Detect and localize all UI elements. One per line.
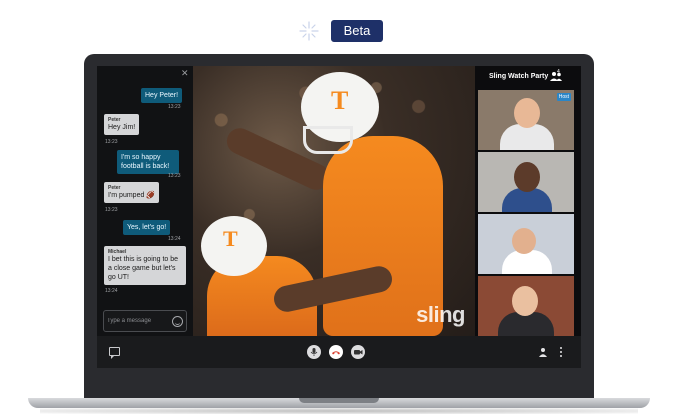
message-text: I bet this is going to be a close game b… — [108, 256, 179, 281]
add-person-icon[interactable] — [538, 347, 548, 357]
message-time: 13:24 — [105, 288, 118, 294]
sparkle-icon — [299, 21, 319, 41]
chat-message: I'm so happy football is back! — [117, 150, 179, 174]
player-helmet: T — [201, 216, 267, 276]
chat-panel: ✕ Hey Peter! 13:23 Peter Hey Jim! 13:23 … — [97, 66, 193, 336]
message-time: 13:23 — [168, 104, 181, 110]
message-text: Hey Peter! — [145, 92, 179, 99]
participant-tile[interactable] — [478, 214, 574, 274]
hang-up-button[interactable] — [329, 345, 343, 359]
message-sender: Peter — [108, 117, 121, 123]
laptop-shadow — [40, 408, 638, 414]
call-control-bar — [97, 336, 581, 368]
smiley-icon[interactable] — [172, 316, 183, 327]
participant-tile[interactable] — [478, 276, 574, 336]
watch-party-title: Sling Watch Party — [489, 73, 549, 80]
video-camera-icon — [354, 350, 363, 355]
chat-message: Michael I bet this is going to be a clos… — [104, 246, 186, 285]
message-input[interactable] — [107, 315, 169, 327]
host-badge: Host — [556, 93, 571, 101]
message-text: Yes, let's go! — [127, 224, 167, 231]
beta-badge: Beta — [331, 20, 383, 42]
marketing-stage: Beta ✕ Hey Peter! 13:23 Peter Hey Jim! 1… — [0, 0, 678, 420]
main-video[interactable]: T T sling — [193, 66, 475, 336]
chat-bubble-icon[interactable] — [109, 347, 120, 359]
hang-up-icon — [332, 351, 340, 355]
microphone-button[interactable] — [307, 345, 321, 359]
message-sender: Peter — [108, 185, 121, 191]
chat-message: Peter I'm pumped 🏈 — [104, 182, 160, 203]
laptop-notch — [299, 398, 379, 403]
message-text: I'm so happy football is back! — [121, 154, 170, 170]
message-text: Hey Jim! — [108, 124, 136, 131]
message-time: 13:23 — [105, 139, 118, 145]
app-screen: ✕ Hey Peter! 13:23 Peter Hey Jim! 13:23 … — [97, 66, 581, 368]
sling-watermark: sling — [416, 302, 465, 327]
camera-button[interactable] — [351, 345, 365, 359]
message-sender: Michael — [108, 249, 127, 255]
close-icon[interactable]: ✕ — [181, 69, 189, 78]
microphone-icon — [310, 348, 318, 356]
chat-message: Yes, let's go! — [123, 220, 171, 235]
participant-tile[interactable] — [478, 152, 574, 212]
laptop-bezel — [84, 368, 594, 400]
face-mask — [303, 126, 353, 154]
chat-message: Peter Hey Jim! — [104, 114, 140, 135]
chat-message: Hey Peter! — [141, 88, 183, 103]
message-input-box — [103, 310, 187, 332]
message-text: I'm pumped 🏈 — [108, 192, 156, 199]
participant-count: 4 — [557, 69, 560, 75]
participant-tile[interactable]: Host — [478, 90, 574, 150]
more-vertical-icon[interactable] — [559, 345, 563, 359]
message-time: 13:23 — [105, 207, 118, 213]
message-time: 13:24 — [168, 236, 181, 242]
message-time: 13:23 — [168, 173, 181, 179]
